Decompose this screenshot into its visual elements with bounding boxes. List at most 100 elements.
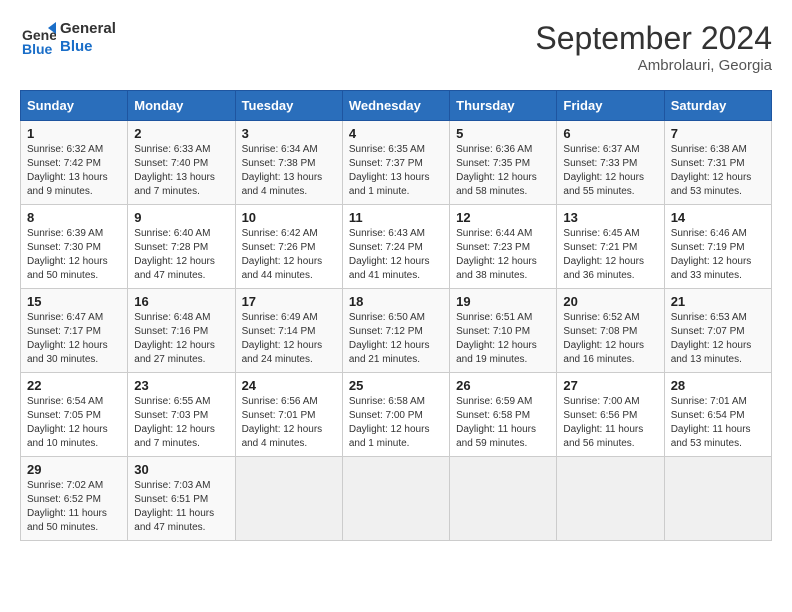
subtitle: Ambrolauri, Georgia: [535, 57, 772, 74]
day-number: 21: [671, 294, 765, 309]
calendar-table: SundayMondayTuesdayWednesdayThursdayFrid…: [20, 90, 772, 541]
calendar-cell: 17 Sunrise: 6:49 AM Sunset: 7:14 PM Dayli…: [235, 289, 342, 373]
day-info: Sunrise: 6:34 AM Sunset: 7:38 PM Dayligh…: [242, 143, 336, 199]
day-number: 15: [27, 294, 121, 309]
calendar-cell: [450, 457, 557, 541]
day-info: Sunrise: 6:53 AM Sunset: 7:07 PM Dayligh…: [671, 311, 765, 367]
day-number: 12: [456, 210, 550, 225]
calendar-cell: 21 Sunrise: 6:53 AM Sunset: 7:07 PM Dayli…: [664, 289, 771, 373]
calendar-cell: 27 Sunrise: 7:00 AM Sunset: 6:56 PM Dayli…: [557, 373, 664, 457]
day-number: 19: [456, 294, 550, 309]
day-number: 3: [242, 126, 336, 141]
day-number: 18: [349, 294, 443, 309]
calendar-cell: 6Sunrise: 6:37 AM Sunset: 7:33 PM Daylig…: [557, 121, 664, 205]
day-info: Sunrise: 6:58 AM Sunset: 7:00 PM Dayligh…: [349, 395, 443, 451]
calendar-cell: 1 Sunrise: 6:32 AM Sunset: 7:42 PM Daylig…: [21, 121, 128, 205]
logo-line1: General: [60, 20, 116, 37]
calendar-cell: 4Sunrise: 6:35 AM Sunset: 7:37 PM Daylig…: [342, 121, 449, 205]
calendar-cell: [557, 457, 664, 541]
calendar-cell: 15 Sunrise: 6:47 AM Sunset: 7:17 PM Dayli…: [21, 289, 128, 373]
day-info: Sunrise: 6:44 AM Sunset: 7:23 PM Dayligh…: [456, 227, 550, 283]
day-info: Sunrise: 6:38 AM Sunset: 7:31 PM Dayligh…: [671, 143, 765, 199]
day-number: 8: [27, 210, 121, 225]
day-info: Sunrise: 6:55 AM Sunset: 7:03 PM Dayligh…: [134, 395, 228, 451]
day-number: 14: [671, 210, 765, 225]
calendar-cell: 28Sunrise: 7:01 AM Sunset: 6:54 PM Dayli…: [664, 373, 771, 457]
day-info: Sunrise: 6:33 AM Sunset: 7:40 PM Dayligh…: [134, 143, 228, 199]
day-number: 1: [27, 126, 121, 141]
logo-icon: General Blue: [20, 20, 56, 56]
day-info: Sunrise: 6:46 AM Sunset: 7:19 PM Dayligh…: [671, 227, 765, 283]
day-number: 28: [671, 378, 765, 393]
calendar-cell: 9 Sunrise: 6:40 AM Sunset: 7:28 PM Daylig…: [128, 205, 235, 289]
day-info: Sunrise: 7:00 AM Sunset: 6:56 PM Dayligh…: [563, 395, 657, 451]
day-info: Sunrise: 6:54 AM Sunset: 7:05 PM Dayligh…: [27, 395, 121, 451]
day-info: Sunrise: 6:35 AM Sunset: 7:37 PM Dayligh…: [349, 143, 443, 199]
header-wednesday: Wednesday: [342, 91, 449, 121]
day-number: 2: [134, 126, 228, 141]
calendar-week-5: 29 Sunrise: 7:02 AM Sunset: 6:52 PM Dayli…: [21, 457, 772, 541]
calendar-cell: [235, 457, 342, 541]
title-section: September 2024 Ambrolauri, Georgia: [535, 20, 772, 74]
header-sunday: Sunday: [21, 91, 128, 121]
calendar-cell: 5 Sunrise: 6:36 AM Sunset: 7:35 PM Daylig…: [450, 121, 557, 205]
day-info: Sunrise: 6:32 AM Sunset: 7:42 PM Dayligh…: [27, 143, 121, 199]
month-title: September 2024: [535, 20, 772, 57]
logo-line2: Blue: [60, 38, 93, 55]
day-number: 13: [563, 210, 657, 225]
calendar-cell: 3 Sunrise: 6:34 AM Sunset: 7:38 PM Daylig…: [235, 121, 342, 205]
header-thursday: Thursday: [450, 91, 557, 121]
day-info: Sunrise: 6:50 AM Sunset: 7:12 PM Dayligh…: [349, 311, 443, 367]
day-number: 16: [134, 294, 228, 309]
day-info: Sunrise: 7:02 AM Sunset: 6:52 PM Dayligh…: [27, 479, 121, 535]
calendar-week-2: 8 Sunrise: 6:39 AM Sunset: 7:30 PM Daylig…: [21, 205, 772, 289]
day-info: Sunrise: 6:37 AM Sunset: 7:33 PM Dayligh…: [563, 143, 657, 199]
calendar-cell: 10 Sunrise: 6:42 AM Sunset: 7:26 PM Dayli…: [235, 205, 342, 289]
header: General Blue General Blue September 2024…: [20, 20, 772, 74]
calendar-cell: 14 Sunrise: 6:46 AM Sunset: 7:19 PM Dayli…: [664, 205, 771, 289]
svg-text:Blue: Blue: [22, 41, 53, 56]
calendar-cell: 8 Sunrise: 6:39 AM Sunset: 7:30 PM Daylig…: [21, 205, 128, 289]
day-number: 27: [563, 378, 657, 393]
day-info: Sunrise: 6:39 AM Sunset: 7:30 PM Dayligh…: [27, 227, 121, 283]
day-number: 26: [456, 378, 550, 393]
day-number: 9: [134, 210, 228, 225]
day-info: Sunrise: 6:48 AM Sunset: 7:16 PM Dayligh…: [134, 311, 228, 367]
day-number: 29: [27, 462, 121, 477]
day-info: Sunrise: 6:43 AM Sunset: 7:24 PM Dayligh…: [349, 227, 443, 283]
day-number: 23: [134, 378, 228, 393]
day-info: Sunrise: 6:49 AM Sunset: 7:14 PM Dayligh…: [242, 311, 336, 367]
day-info: Sunrise: 6:59 AM Sunset: 6:58 PM Dayligh…: [456, 395, 550, 451]
calendar-cell: 12 Sunrise: 6:44 AM Sunset: 7:23 PM Dayli…: [450, 205, 557, 289]
calendar-cell: 23 Sunrise: 6:55 AM Sunset: 7:03 PM Dayli…: [128, 373, 235, 457]
day-number: 24: [242, 378, 336, 393]
day-number: 10: [242, 210, 336, 225]
calendar-cell: 29 Sunrise: 7:02 AM Sunset: 6:52 PM Dayli…: [21, 457, 128, 541]
calendar-cell: 11 Sunrise: 6:43 AM Sunset: 7:24 PM Dayli…: [342, 205, 449, 289]
day-info: Sunrise: 6:36 AM Sunset: 7:35 PM Dayligh…: [456, 143, 550, 199]
day-number: 17: [242, 294, 336, 309]
day-number: 25: [349, 378, 443, 393]
calendar-cell: 7Sunrise: 6:38 AM Sunset: 7:31 PM Daylig…: [664, 121, 771, 205]
day-number: 22: [27, 378, 121, 393]
day-number: 20: [563, 294, 657, 309]
header-saturday: Saturday: [664, 91, 771, 121]
calendar-week-1: 1 Sunrise: 6:32 AM Sunset: 7:42 PM Daylig…: [21, 121, 772, 205]
calendar-cell: [342, 457, 449, 541]
day-info: Sunrise: 6:47 AM Sunset: 7:17 PM Dayligh…: [27, 311, 121, 367]
header-tuesday: Tuesday: [235, 91, 342, 121]
day-number: 11: [349, 210, 443, 225]
header-monday: Monday: [128, 91, 235, 121]
calendar-cell: 20Sunrise: 6:52 AM Sunset: 7:08 PM Dayli…: [557, 289, 664, 373]
calendar-week-3: 15 Sunrise: 6:47 AM Sunset: 7:17 PM Dayli…: [21, 289, 772, 373]
day-info: Sunrise: 6:42 AM Sunset: 7:26 PM Dayligh…: [242, 227, 336, 283]
day-number: 30: [134, 462, 228, 477]
day-info: Sunrise: 6:40 AM Sunset: 7:28 PM Dayligh…: [134, 227, 228, 283]
calendar-week-4: 22 Sunrise: 6:54 AM Sunset: 7:05 PM Dayli…: [21, 373, 772, 457]
calendar-cell: 24Sunrise: 6:56 AM Sunset: 7:01 PM Dayli…: [235, 373, 342, 457]
calendar-cell: 25 Sunrise: 6:58 AM Sunset: 7:00 PM Dayli…: [342, 373, 449, 457]
calendar-cell: 30Sunrise: 7:03 AM Sunset: 6:51 PM Dayli…: [128, 457, 235, 541]
calendar-cell: [664, 457, 771, 541]
day-number: 5: [456, 126, 550, 141]
calendar-cell: 2 Sunrise: 6:33 AM Sunset: 7:40 PM Daylig…: [128, 121, 235, 205]
